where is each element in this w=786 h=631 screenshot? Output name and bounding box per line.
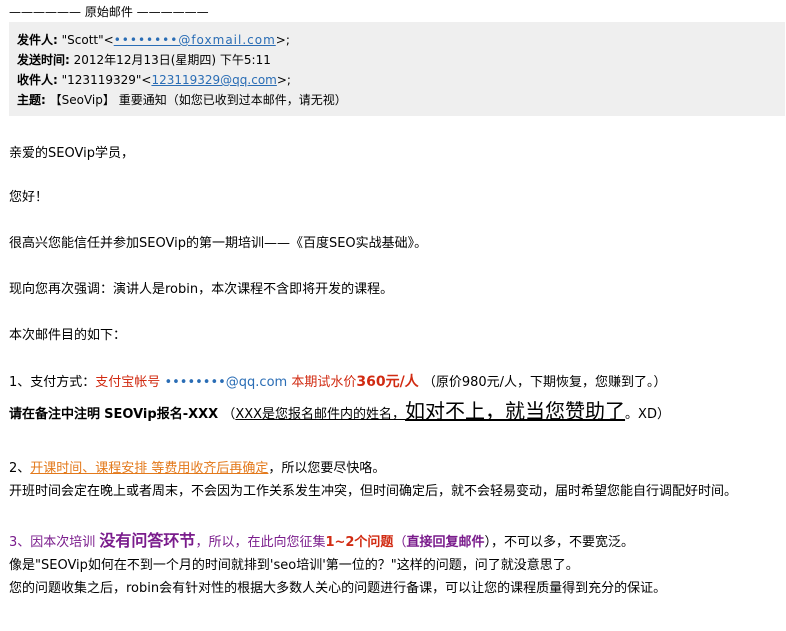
subject-label: 主题: bbox=[17, 93, 46, 107]
from-end: >; bbox=[275, 33, 290, 47]
item3-example: 像是"SEOVip如何在不到一个月的时间就排到'seo培训'第一位的？"这样的问… bbox=[9, 558, 579, 573]
sent-value: 2012年12月13日(星期四) 下午5:11 bbox=[73, 53, 271, 67]
remark-line: 请在备注中注明 SEOVip报名-XXX （XXX是您报名邮件内的姓名，如对不上… bbox=[9, 399, 670, 424]
remark-part1: 请在备注中注明 bbox=[9, 407, 101, 422]
remark-part2: SEOVip报名-XXX bbox=[104, 407, 219, 422]
to-row: 收件人: "123119329"<123119329@qq.com>; bbox=[17, 70, 785, 90]
item2-schedule: 2、开课时间、课程安排 等费用收齐后再确定，所以您要尽快咯。 bbox=[9, 460, 385, 478]
sent-label: 发送时间: bbox=[17, 53, 70, 67]
hello: 您好！ bbox=[9, 190, 49, 205]
to-name: "123119329"< bbox=[61, 73, 152, 87]
item1-payment: 1、支付方式：支付宝帐号 ••••••••@qq.com 本期试水价360元/人… bbox=[9, 373, 667, 392]
intro: 很高兴您能信任并参加SEOVip的第一期培训——《百度SEO实战基础》。 bbox=[9, 236, 428, 251]
to-label: 收件人: bbox=[17, 73, 58, 87]
mail-header: 发件人: "Scott"<••••••••@foxmail.com>; 发送时间… bbox=[9, 22, 785, 116]
item3-count: 1~2个问题 bbox=[325, 535, 394, 550]
price-label: 本期试水价 bbox=[291, 375, 357, 390]
alipay-account: ••••••••@qq.com bbox=[164, 375, 288, 390]
item2-prefix: 2、 bbox=[9, 461, 31, 476]
remark-part5: 如对不上，就当您赞助了 bbox=[405, 399, 626, 423]
subject-row: 主题: 【SeoVip】 重要通知（如您已收到过本邮件，请无视） bbox=[17, 90, 785, 110]
remark-part6: 。XD） bbox=[625, 407, 670, 422]
sent-row: 发送时间: 2012年12月13日(星期四) 下午5:11 bbox=[17, 50, 785, 70]
remark-part3: （ bbox=[222, 407, 236, 422]
item2-detail: 开班时间会定在晚上或者周末，不会因为工作关系发生冲突，但时间确定后，就不会轻易变… bbox=[9, 484, 738, 499]
item1-prefix: 1、支付方式： bbox=[9, 375, 96, 390]
to-email-link[interactable]: 123119329@qq.com bbox=[151, 73, 276, 87]
item3-reply: 直接回复邮件 bbox=[406, 535, 485, 550]
purpose: 本次邮件目的如下： bbox=[9, 328, 127, 343]
from-label: 发件人: bbox=[17, 33, 58, 47]
price-value: 360元/人 bbox=[356, 374, 419, 390]
item3-no-qa: 没有问答环节 bbox=[99, 531, 196, 550]
remark-part4: XXX是您报名邮件内的姓名， bbox=[235, 407, 406, 422]
to-end: >; bbox=[276, 73, 291, 87]
emphasis: 现向您再次强调：演讲人是robin，本次课程不含即将开发的课程。 bbox=[9, 282, 394, 297]
from-row: 发件人: "Scott"<••••••••@foxmail.com>; bbox=[17, 30, 785, 50]
item3-prefix: 3、因本次培训 bbox=[9, 535, 96, 550]
item3-mid: ，所以，在此向您征集 bbox=[195, 535, 326, 550]
original-mail-divider: —————— 原始邮件 —————— bbox=[9, 5, 209, 19]
item2-highlight: 开课时间、课程安排 等费用收齐后再确定 bbox=[30, 461, 269, 476]
greeting: 亲爱的SEOVip学员， bbox=[9, 146, 134, 161]
from-name: "Scott"< bbox=[61, 33, 114, 47]
item3-rest: ），不可以多，不要宽泛。 bbox=[484, 535, 634, 550]
item2-rest: ，所以您要尽快咯。 bbox=[268, 461, 386, 476]
item3-after: 您的问题收集之后，robin会有针对性的根据大多数人关心的问题进行备课，可以让您… bbox=[9, 581, 667, 596]
item3-questions: 3、因本次培训 没有问答环节，所以，在此向您征集1~2个问题（直接回复邮件），不… bbox=[9, 532, 634, 552]
item3-paren-open: （ bbox=[393, 535, 407, 550]
alipay-label: 支付宝帐号 bbox=[95, 375, 161, 390]
price-note: （原价980元/人，下期恢复，您赚到了。） bbox=[422, 375, 667, 390]
subject-value: 【SeoVip】 重要通知（如您已收到过本邮件，请无视） bbox=[49, 93, 347, 107]
from-email-link[interactable]: ••••••••@foxmail.com bbox=[114, 33, 276, 47]
